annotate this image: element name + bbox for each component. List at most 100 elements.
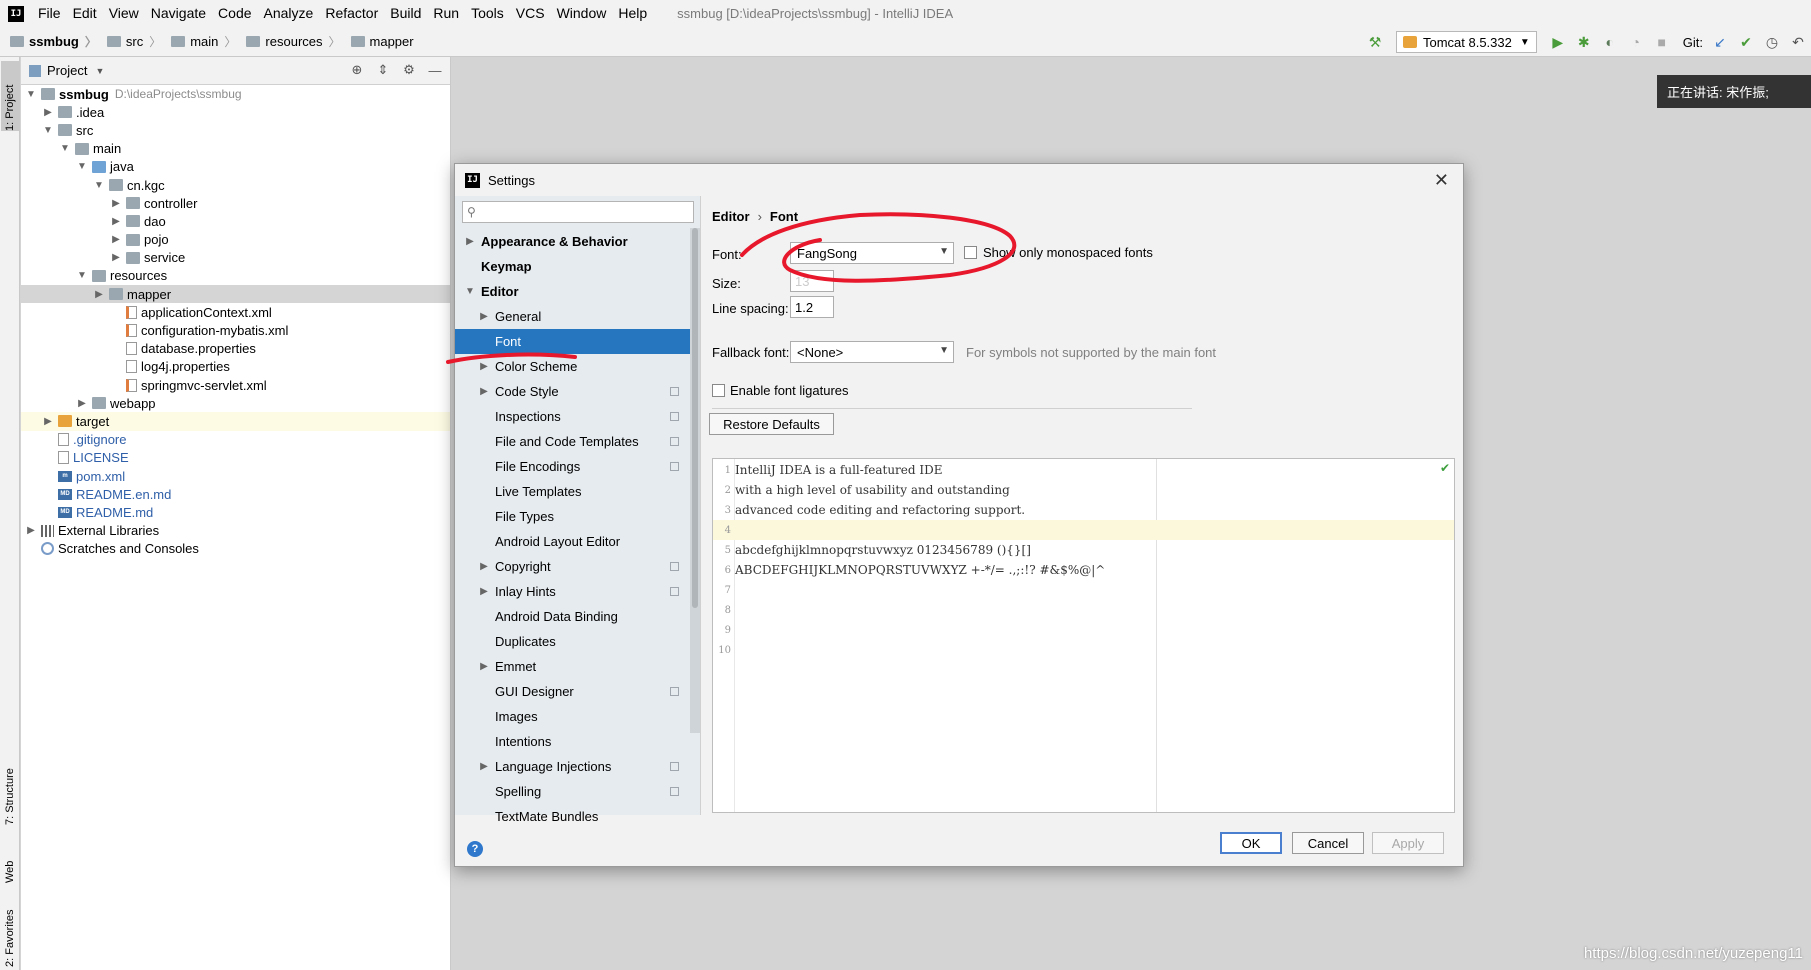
settings-nav-item[interactable]: Duplicates (455, 629, 691, 654)
menu-tools[interactable]: Tools (465, 0, 510, 27)
tree-item[interactable]: springmvc-servlet.xml (21, 376, 450, 394)
size-input[interactable]: 13 (790, 270, 834, 292)
tree-item[interactable]: configuration-mybatis.xml (21, 321, 450, 339)
run-icon[interactable]: ▶ (1550, 34, 1566, 50)
tree-item[interactable]: ▶ controller (21, 194, 450, 212)
minimize-icon[interactable]: — (426, 61, 444, 79)
chevron-down-icon[interactable]: ▼ (76, 270, 88, 281)
chevron-right-icon[interactable]: ▶ (477, 661, 491, 672)
settings-nav-item[interactable]: Spelling (455, 779, 691, 804)
menu-build[interactable]: Build (384, 0, 427, 27)
chevron-right-icon[interactable]: ▶ (477, 386, 491, 397)
tool-tab-project[interactable]: 1: Project (1, 61, 19, 131)
tree-item[interactable]: ▼ ssmbug D:\ideaProjects\ssmbug (21, 85, 450, 103)
chevron-down-icon[interactable]: ▼ (463, 286, 477, 297)
settings-nav-item[interactable]: ▶ Language Injections (455, 754, 691, 779)
tree-item[interactable]: ▶ dao (21, 212, 450, 230)
settings-nav-item[interactable]: Live Templates (455, 479, 691, 504)
settings-nav-item[interactable]: ▶ Inlay Hints (455, 579, 691, 604)
settings-nav-item[interactable]: ▶ General (455, 304, 691, 329)
debug-bug-icon[interactable]: ✱ (1576, 34, 1592, 50)
tree-item[interactable]: ▶ pojo (21, 231, 450, 249)
chevron-right-icon[interactable]: ▶ (76, 398, 88, 409)
git-update-icon[interactable]: ↙ (1712, 34, 1728, 50)
menu-code[interactable]: Code (212, 0, 257, 27)
chevron-down-icon[interactable]: ▼ (42, 125, 54, 136)
chevron-down-icon[interactable]: ▼ (59, 143, 71, 154)
tree-item[interactable]: ▶ External Libraries (21, 522, 450, 540)
tree-item[interactable]: ▼ java (21, 158, 450, 176)
chevron-down-icon[interactable]: ▼ (93, 180, 105, 191)
menu-refactor[interactable]: Refactor (319, 0, 384, 27)
settings-nav-item[interactable]: ▶ Appearance & Behavior (455, 229, 691, 254)
menu-run[interactable]: Run (427, 0, 465, 27)
chevron-right-icon[interactable]: ▶ (93, 289, 105, 300)
menu-edit[interactable]: Edit (67, 0, 103, 27)
settings-nav-item[interactable]: File Encodings (455, 454, 691, 479)
tree-item[interactable]: ▶ target (21, 412, 450, 431)
git-revert-icon[interactable]: ↶ (1790, 34, 1806, 50)
line-spacing-input[interactable]: 1.2 (790, 296, 834, 318)
tree-item[interactable]: ▼ main (21, 140, 450, 158)
settings-nav-item[interactable]: ▼ Editor (455, 279, 691, 304)
settings-nav-item[interactable]: ▶ Copyright (455, 554, 691, 579)
breadcrumb-resources[interactable]: resources 〉 (246, 33, 341, 50)
chevron-right-icon[interactable]: ▶ (463, 236, 477, 247)
font-select[interactable]: FangSong ▼ (790, 242, 954, 264)
help-icon[interactable]: ? (467, 841, 483, 857)
close-icon[interactable]: ✕ (1434, 170, 1449, 191)
tree-item[interactable]: ▶ .idea (21, 103, 450, 121)
tree-item[interactable]: ▶ service (21, 249, 450, 267)
chevron-right-icon[interactable]: ▶ (110, 216, 122, 227)
tree-item[interactable]: database.properties (21, 340, 450, 358)
settings-nav-item[interactable]: Images (455, 704, 691, 729)
chevron-right-icon[interactable]: ▶ (110, 198, 122, 209)
stop-icon[interactable]: ■ (1654, 34, 1670, 50)
coverage-icon[interactable]: ◐ (1602, 34, 1618, 50)
settings-nav-item[interactable]: Font (455, 329, 691, 354)
menu-analyze[interactable]: Analyze (258, 0, 320, 27)
settings-nav-item[interactable]: ▶ Code Style (455, 379, 691, 404)
tree-item[interactable]: m pom.xml (21, 467, 450, 485)
breadcrumb-project[interactable]: ssmbug 〉 (10, 33, 97, 50)
chevron-right-icon[interactable]: ▶ (477, 361, 491, 372)
cancel-button[interactable]: Cancel (1292, 832, 1364, 854)
git-history-icon[interactable]: ◷ (1764, 34, 1780, 50)
tree-item[interactable]: ▼ src (21, 121, 450, 139)
chevron-right-icon[interactable]: ▶ (110, 252, 122, 263)
chevron-right-icon[interactable]: ▶ (42, 416, 54, 427)
fallback-font-select[interactable]: <None> ▼ (790, 341, 954, 363)
tree-item[interactable]: LICENSE (21, 449, 450, 467)
locate-target-icon[interactable]: ⊕ (348, 61, 366, 79)
menu-help[interactable]: Help (612, 0, 653, 27)
git-commit-icon[interactable]: ✔ (1738, 34, 1754, 50)
settings-nav-item[interactable]: Intentions (455, 729, 691, 754)
menu-navigate[interactable]: Navigate (145, 0, 212, 27)
tree-item[interactable]: applicationContext.xml (21, 303, 450, 321)
tree-item[interactable]: ▶ webapp (21, 394, 450, 412)
settings-nav-item[interactable]: File and Code Templates (455, 429, 691, 454)
font-preview-editor[interactable]: ✔ 1 IntelliJ IDEA is a full-featured IDE 2… (712, 458, 1455, 813)
project-panel-title[interactable]: Project (47, 63, 87, 78)
breadcrumb-editor[interactable]: Editor (712, 209, 750, 224)
menu-file[interactable]: File (32, 0, 67, 27)
tree-item[interactable]: MD README.en.md (21, 485, 450, 503)
tree-item[interactable]: .gitignore (21, 431, 450, 449)
tree-item[interactable]: Scratches and Consoles (21, 540, 450, 558)
settings-search-input[interactable] (479, 204, 680, 220)
apply-button[interactable]: Apply (1372, 832, 1444, 854)
settings-nav-item[interactable]: Inspections (455, 404, 691, 429)
settings-nav-item[interactable]: Android Layout Editor (455, 529, 691, 554)
font-ligatures-checkbox[interactable] (712, 384, 725, 397)
chevron-right-icon[interactable]: ▶ (477, 311, 491, 322)
chevron-down-icon[interactable]: ▼ (76, 161, 88, 172)
tree-item[interactable]: log4j.properties (21, 358, 450, 376)
run-configuration-select[interactable]: Tomcat 8.5.332 ▼ (1395, 31, 1537, 53)
breadcrumb-src[interactable]: src 〉 (106, 33, 161, 50)
settings-nav-item[interactable]: ▶ Color Scheme (455, 354, 691, 379)
chevron-right-icon[interactable]: ▶ (25, 525, 37, 536)
settings-nav-item[interactable]: Android Data Binding (455, 604, 691, 629)
chevron-right-icon[interactable]: ▶ (477, 761, 491, 772)
settings-nav-item[interactable]: GUI Designer (455, 679, 691, 704)
tree-item[interactable]: ▶ mapper (21, 285, 450, 304)
